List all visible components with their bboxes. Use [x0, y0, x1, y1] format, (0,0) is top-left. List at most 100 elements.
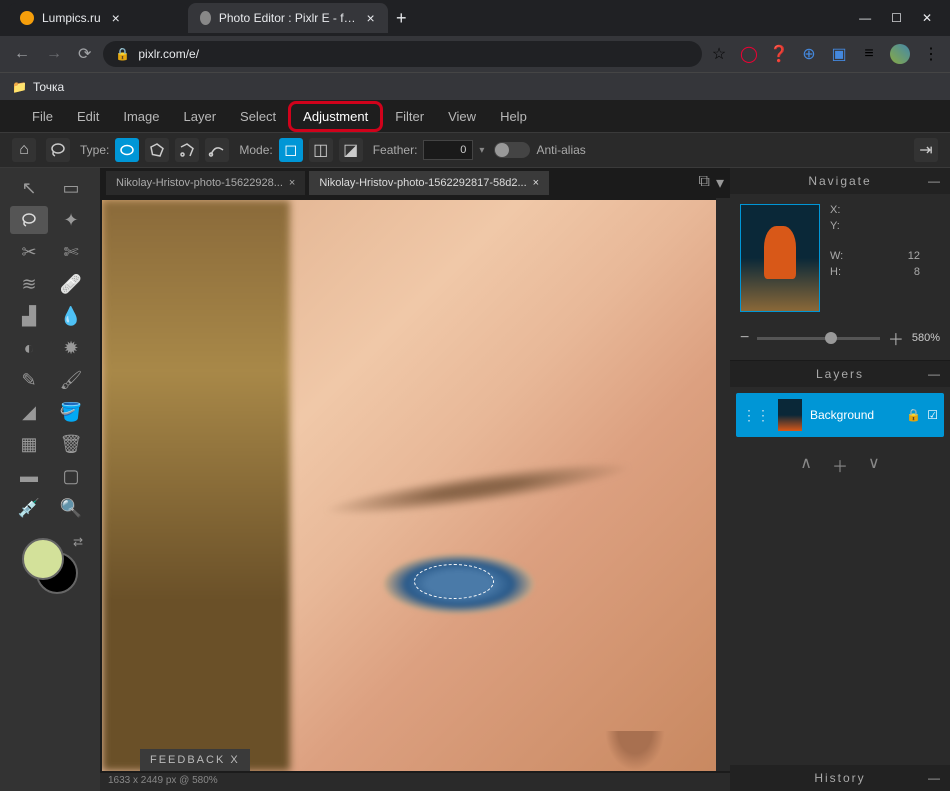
zoom-in-button[interactable]: ＋ [888, 326, 904, 350]
marquee-tool[interactable]: ▭ [52, 174, 90, 202]
antialias-toggle[interactable] [494, 142, 530, 158]
avatar[interactable] [890, 44, 910, 64]
heal-tool[interactable]: 🩹 [52, 270, 90, 298]
menu-image[interactable]: Image [111, 104, 171, 129]
favicon [200, 11, 211, 25]
layer-down-button[interactable]: ∨ [868, 453, 880, 477]
swap-colors-icon[interactable]: ⇄ [73, 535, 83, 549]
picker-tool[interactable]: 💉 [10, 494, 48, 522]
history-panel-header[interactable]: History — [730, 765, 950, 791]
extension-icon[interactable]: ☆ [710, 45, 728, 63]
menu-filter[interactable]: Filter [383, 104, 436, 129]
document-tab[interactable]: Nikolay-Hristov-photo-1562292817-58d2...… [309, 171, 549, 195]
browser-tab-lumpics[interactable]: Lumpics.ru × [8, 3, 188, 33]
mode-add-button[interactable]: ◫ [309, 138, 333, 162]
home-button[interactable]: ⌂ [12, 138, 36, 162]
extension-icon[interactable]: ◯ [740, 45, 758, 63]
expand-toolbar-button[interactable]: ⇥ [914, 138, 938, 162]
close-icon[interactable]: × [533, 177, 539, 189]
menu-file[interactable]: File [20, 104, 65, 129]
dropdown-icon[interactable]: ▾ [479, 145, 484, 156]
menu-adjustment[interactable]: Adjustment [288, 101, 383, 132]
close-icon[interactable]: × [109, 11, 123, 25]
gradient-tool[interactable]: ▦ [10, 430, 48, 458]
minimize-button[interactable]: — [859, 11, 871, 25]
zoom-tool[interactable]: 🔍 [52, 494, 90, 522]
tab-title: Lumpics.ru [42, 11, 101, 25]
forward-button[interactable]: → [42, 41, 66, 67]
wand-tool[interactable]: ✦ [52, 206, 90, 234]
mode-new-button[interactable]: ◻ [279, 138, 303, 162]
crop-tool[interactable]: ✂ [10, 238, 48, 266]
eraser-tool[interactable]: ◢ [10, 398, 48, 426]
close-icon[interactable]: × [365, 11, 376, 25]
close-icon[interactable]: × [289, 177, 295, 189]
color-swatches[interactable]: ⇄ [22, 538, 78, 594]
clone-tool[interactable]: ▟ [10, 302, 48, 330]
image-content [321, 452, 635, 525]
fill-tool[interactable]: 🪣 [52, 398, 90, 426]
lock-icon[interactable]: 🔒 [906, 408, 921, 422]
back-button[interactable]: ← [10, 41, 34, 67]
layers-panel-header[interactable]: Layers — [730, 361, 950, 387]
extension-icon[interactable]: ⊕ [800, 45, 818, 63]
menu-view[interactable]: View [436, 104, 488, 129]
dropdown-icon[interactable]: ▾ [716, 173, 724, 193]
collapse-icon[interactable]: — [928, 367, 942, 381]
bookmark-folder[interactable]: Точка [33, 80, 64, 94]
brush-tool[interactable]: 🖌 [52, 366, 90, 394]
url-input[interactable]: 🔒 pixlr.com/e/ [103, 41, 702, 67]
add-layer-button[interactable]: ＋ [832, 453, 848, 477]
feather-input[interactable] [423, 140, 473, 160]
feedback-button[interactable]: FEEDBACK X [140, 749, 250, 771]
blur-tool[interactable]: 💧 [52, 302, 90, 330]
lasso-tool-icon[interactable] [46, 138, 70, 162]
extension-icon[interactable]: ❓ [770, 45, 788, 63]
replace-tool[interactable]: 🗑 [52, 430, 90, 458]
navigator-thumbnail[interactable] [740, 204, 820, 312]
collapse-icon[interactable]: — [928, 174, 942, 188]
extension-icon[interactable]: ▣ [830, 45, 848, 63]
selection-marquee[interactable] [414, 564, 494, 599]
collapse-icon[interactable]: — [928, 771, 942, 785]
menu-help[interactable]: Help [488, 104, 539, 129]
close-window-button[interactable]: ✕ [922, 11, 932, 25]
lasso-bezier-button[interactable] [205, 138, 229, 162]
menu-icon[interactable]: ⋮ [922, 45, 940, 63]
menu-layer[interactable]: Layer [172, 104, 229, 129]
visibility-icon[interactable]: ☑ [927, 408, 938, 422]
layer-item[interactable]: ⋮⋮ Background 🔒 ☑ [736, 393, 944, 437]
liquify-tool[interactable]: ≋ [10, 270, 48, 298]
status-bar: 1633 x 2449 px @ 580% [100, 773, 730, 791]
dodge-tool[interactable]: ◐ [10, 334, 48, 362]
cut-tool[interactable]: ✄ [52, 238, 90, 266]
mode-subtract-button[interactable]: ◪ [339, 138, 363, 162]
maximize-button[interactable]: ☐ [891, 11, 902, 25]
lasso-magnetic-button[interactable] [175, 138, 199, 162]
navigate-panel-header[interactable]: Navigate — [730, 168, 950, 194]
arrow-tool[interactable]: ↖ [10, 174, 48, 202]
pen-tool[interactable]: ✎ [10, 366, 48, 394]
extension-icon[interactable]: ≡ [860, 45, 878, 63]
text-tool[interactable]: ▬ [10, 462, 48, 490]
shape-tool[interactable]: ▢ [52, 462, 90, 490]
window-arrange-icon[interactable]: ⧉ [699, 173, 710, 193]
foreground-color[interactable] [22, 538, 64, 580]
lasso-polygon-button[interactable] [145, 138, 169, 162]
zoom-slider[interactable] [757, 337, 880, 340]
menu-edit[interactable]: Edit [65, 104, 111, 129]
lasso-freehand-button[interactable] [115, 138, 139, 162]
reload-button[interactable]: ⟳ [74, 40, 95, 68]
layer-up-button[interactable]: ∧ [800, 453, 812, 477]
new-tab-button[interactable]: + [388, 8, 415, 29]
browser-tab-pixlr[interactable]: Photo Editor : Pixlr E - free image × [188, 3, 388, 33]
canvas[interactable] [102, 200, 728, 771]
sponge-tool[interactable]: ✹ [52, 334, 90, 362]
document-tab[interactable]: Nikolay-Hristov-photo-15622928...× [106, 171, 305, 195]
menu-select[interactable]: Select [228, 104, 288, 129]
drag-handle-icon[interactable]: ⋮⋮ [742, 407, 770, 424]
vertical-scrollbar[interactable] [716, 198, 730, 771]
zoom-out-button[interactable]: − [740, 329, 749, 347]
lasso-tool[interactable] [10, 206, 48, 234]
feather-label: Feather: [373, 143, 418, 157]
